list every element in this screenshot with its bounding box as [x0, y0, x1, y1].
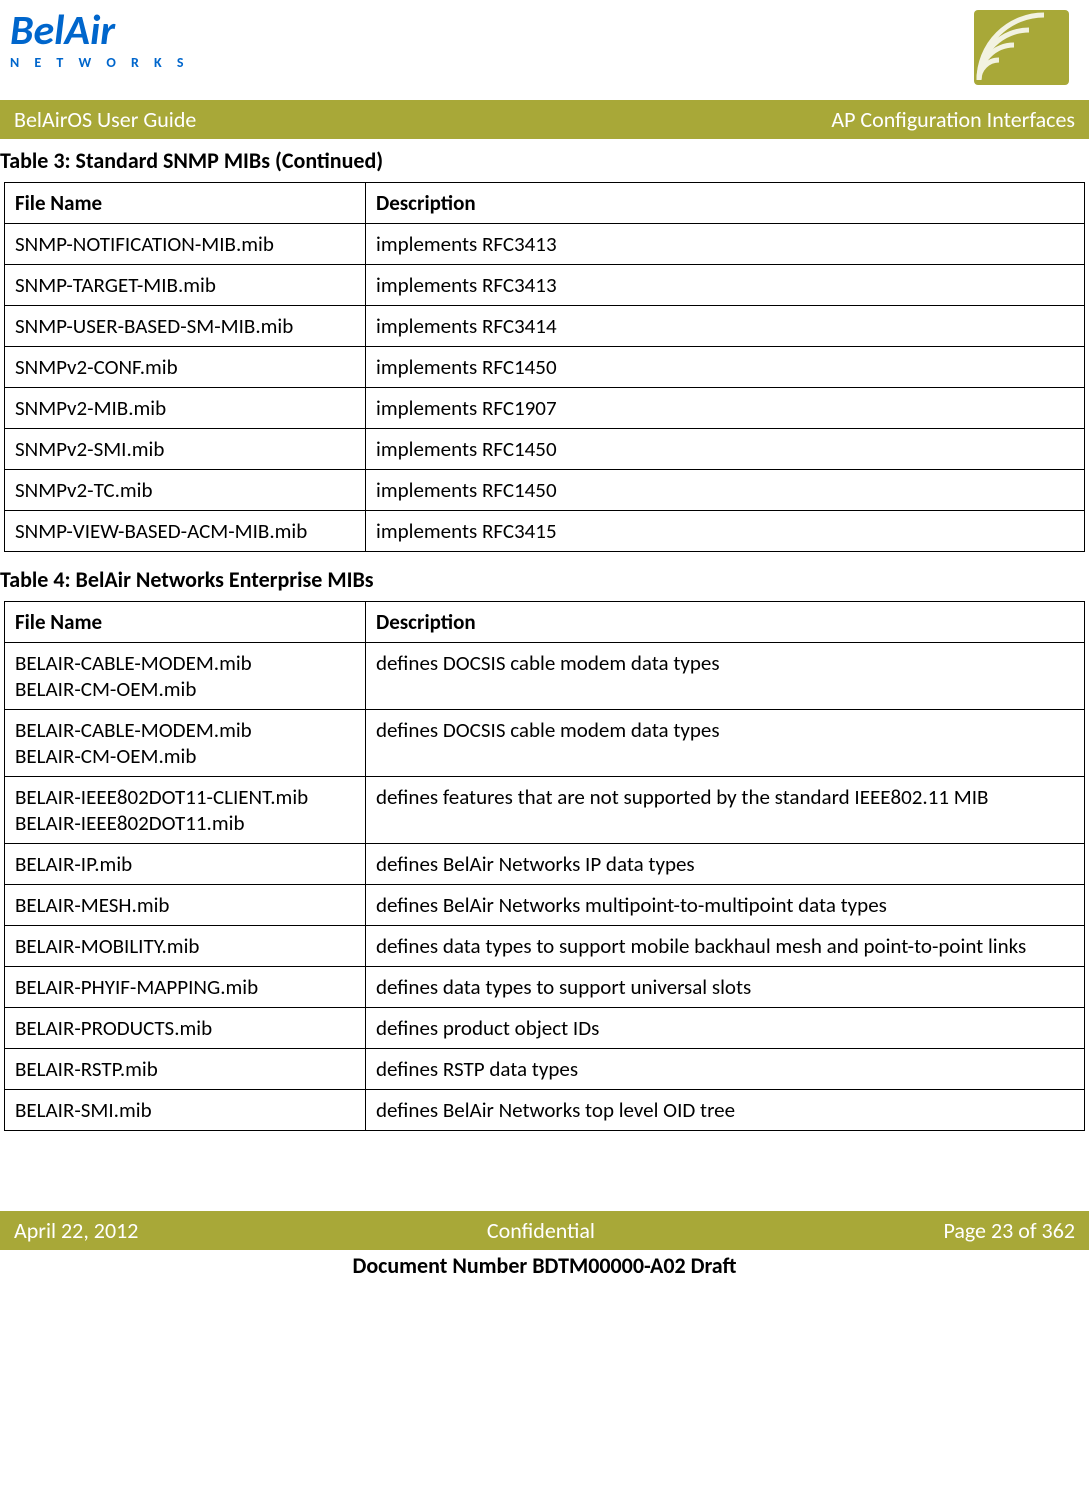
- th-file-name: File Name: [5, 602, 366, 643]
- footer-bar: April 22, 2012 Confidential Page 23 of 3…: [0, 1211, 1089, 1250]
- table-row: BELAIR-SMI.mibdefines BelAir Networks to…: [5, 1090, 1085, 1131]
- table-row: SNMPv2-TC.mibimplements RFC1450: [5, 470, 1085, 511]
- cell-file: SNMPv2-TC.mib: [5, 470, 366, 511]
- cell-desc: defines product object IDs: [366, 1008, 1085, 1049]
- cell-desc: defines features that are not supported …: [366, 777, 1085, 844]
- table3: File Name Description SNMP-NOTIFICATION-…: [4, 182, 1085, 552]
- cell-file: SNMP-VIEW-BASED-ACM-MIB.mib: [5, 511, 366, 552]
- cell-desc: defines DOCSIS cable modem data types: [366, 643, 1085, 710]
- th-description: Description: [366, 602, 1085, 643]
- table-row: BELAIR-RSTP.mibdefines RSTP data types: [5, 1049, 1085, 1090]
- cell-desc: defines data types to support mobile bac…: [366, 926, 1085, 967]
- cell-file: BELAIR-IEEE802DOT11-CLIENT.mibBELAIR-IEE…: [5, 777, 366, 844]
- logo-main-text: BelAir: [10, 10, 189, 52]
- table-row: BELAIR-CABLE-MODEM.mibBELAIR-CM-OEM.mibd…: [5, 643, 1085, 710]
- table-row: SNMP-NOTIFICATION-MIB.mibimplements RFC3…: [5, 224, 1085, 265]
- cell-file: SNMP-NOTIFICATION-MIB.mib: [5, 224, 366, 265]
- cell-file: BELAIR-RSTP.mib: [5, 1049, 366, 1090]
- footer-confidential: Confidential: [487, 1217, 595, 1244]
- table-row: SNMP-USER-BASED-SM-MIB.mibimplements RFC…: [5, 306, 1085, 347]
- table3-caption: Table 3: Standard SNMP MIBs (Continued): [0, 147, 1089, 174]
- table-row: SNMP-TARGET-MIB.mibimplements RFC3413: [5, 265, 1085, 306]
- table4: File Name Description BELAIR-CABLE-MODEM…: [4, 601, 1085, 1131]
- footer-date: April 22, 2012: [14, 1217, 138, 1244]
- cell-desc: implements RFC3413: [366, 224, 1085, 265]
- cell-file: SNMPv2-SMI.mib: [5, 429, 366, 470]
- cell-desc: implements RFC3415: [366, 511, 1085, 552]
- title-bar: BelAirOS User Guide AP Configuration Int…: [0, 100, 1089, 139]
- cell-file: BELAIR-CABLE-MODEM.mibBELAIR-CM-OEM.mib: [5, 643, 366, 710]
- cell-file: SNMP-TARGET-MIB.mib: [5, 265, 366, 306]
- table-row: BELAIR-IEEE802DOT11-CLIENT.mibBELAIR-IEE…: [5, 777, 1085, 844]
- table-row: BELAIR-CABLE-MODEM.mibBELAIR-CM-OEM.mibd…: [5, 710, 1085, 777]
- document-number: Document Number BDTM00000-A02 Draft: [0, 1250, 1089, 1281]
- cell-desc: implements RFC1450: [366, 470, 1085, 511]
- company-logo: BelAir N E T W O R K S: [10, 10, 189, 71]
- cell-file: BELAIR-IP.mib: [5, 844, 366, 885]
- cell-desc: defines BelAir Networks multipoint-to-mu…: [366, 885, 1085, 926]
- cell-desc: defines data types to support universal …: [366, 967, 1085, 1008]
- cell-desc: implements RFC1450: [366, 347, 1085, 388]
- table-row: BELAIR-MESH.mibdefines BelAir Networks m…: [5, 885, 1085, 926]
- cell-file: BELAIR-MOBILITY.mib: [5, 926, 366, 967]
- logo-sub-text: N E T W O R K S: [10, 54, 189, 71]
- table-row: BELAIR-IP.mibdefines BelAir Networks IP …: [5, 844, 1085, 885]
- cell-file: BELAIR-CABLE-MODEM.mibBELAIR-CM-OEM.mib: [5, 710, 366, 777]
- cell-file: SNMPv2-CONF.mib: [5, 347, 366, 388]
- cell-desc: implements RFC3414: [366, 306, 1085, 347]
- table-header-row: File Name Description: [5, 602, 1085, 643]
- footer-page: Page 23 of 362: [943, 1217, 1075, 1244]
- table-row: SNMPv2-SMI.mibimplements RFC1450: [5, 429, 1085, 470]
- table-row: SNMPv2-MIB.mibimplements RFC1907: [5, 388, 1085, 429]
- cell-desc: implements RFC1450: [366, 429, 1085, 470]
- cell-desc: defines BelAir Networks IP data types: [366, 844, 1085, 885]
- table-row: BELAIR-MOBILITY.mibdefines data types to…: [5, 926, 1085, 967]
- table4-caption: Table 4: BelAir Networks Enterprise MIBs: [0, 566, 1089, 593]
- header: BelAir N E T W O R K S: [0, 0, 1089, 90]
- section-title: AP Configuration Interfaces: [831, 106, 1075, 133]
- th-file-name: File Name: [5, 183, 366, 224]
- cell-desc: implements RFC3413: [366, 265, 1085, 306]
- cell-file: BELAIR-SMI.mib: [5, 1090, 366, 1131]
- table-row: SNMPv2-CONF.mibimplements RFC1450: [5, 347, 1085, 388]
- th-description: Description: [366, 183, 1085, 224]
- cell-desc: defines RSTP data types: [366, 1049, 1085, 1090]
- table-row: SNMP-VIEW-BASED-ACM-MIB.mibimplements RF…: [5, 511, 1085, 552]
- table-row: BELAIR-PHYIF-MAPPING.mibdefines data typ…: [5, 967, 1085, 1008]
- table-row: BELAIR-PRODUCTS.mibdefines product objec…: [5, 1008, 1085, 1049]
- table-header-row: File Name Description: [5, 183, 1085, 224]
- cell-desc: defines DOCSIS cable modem data types: [366, 710, 1085, 777]
- cell-desc: implements RFC1907: [366, 388, 1085, 429]
- cell-desc: defines BelAir Networks top level OID tr…: [366, 1090, 1085, 1131]
- guide-title: BelAirOS User Guide: [14, 106, 196, 133]
- cell-file: SNMPv2-MIB.mib: [5, 388, 366, 429]
- cell-file: BELAIR-PHYIF-MAPPING.mib: [5, 967, 366, 1008]
- cell-file: SNMP-USER-BASED-SM-MIB.mib: [5, 306, 366, 347]
- cell-file: BELAIR-PRODUCTS.mib: [5, 1008, 366, 1049]
- wireless-icon: [974, 10, 1069, 85]
- cell-file: BELAIR-MESH.mib: [5, 885, 366, 926]
